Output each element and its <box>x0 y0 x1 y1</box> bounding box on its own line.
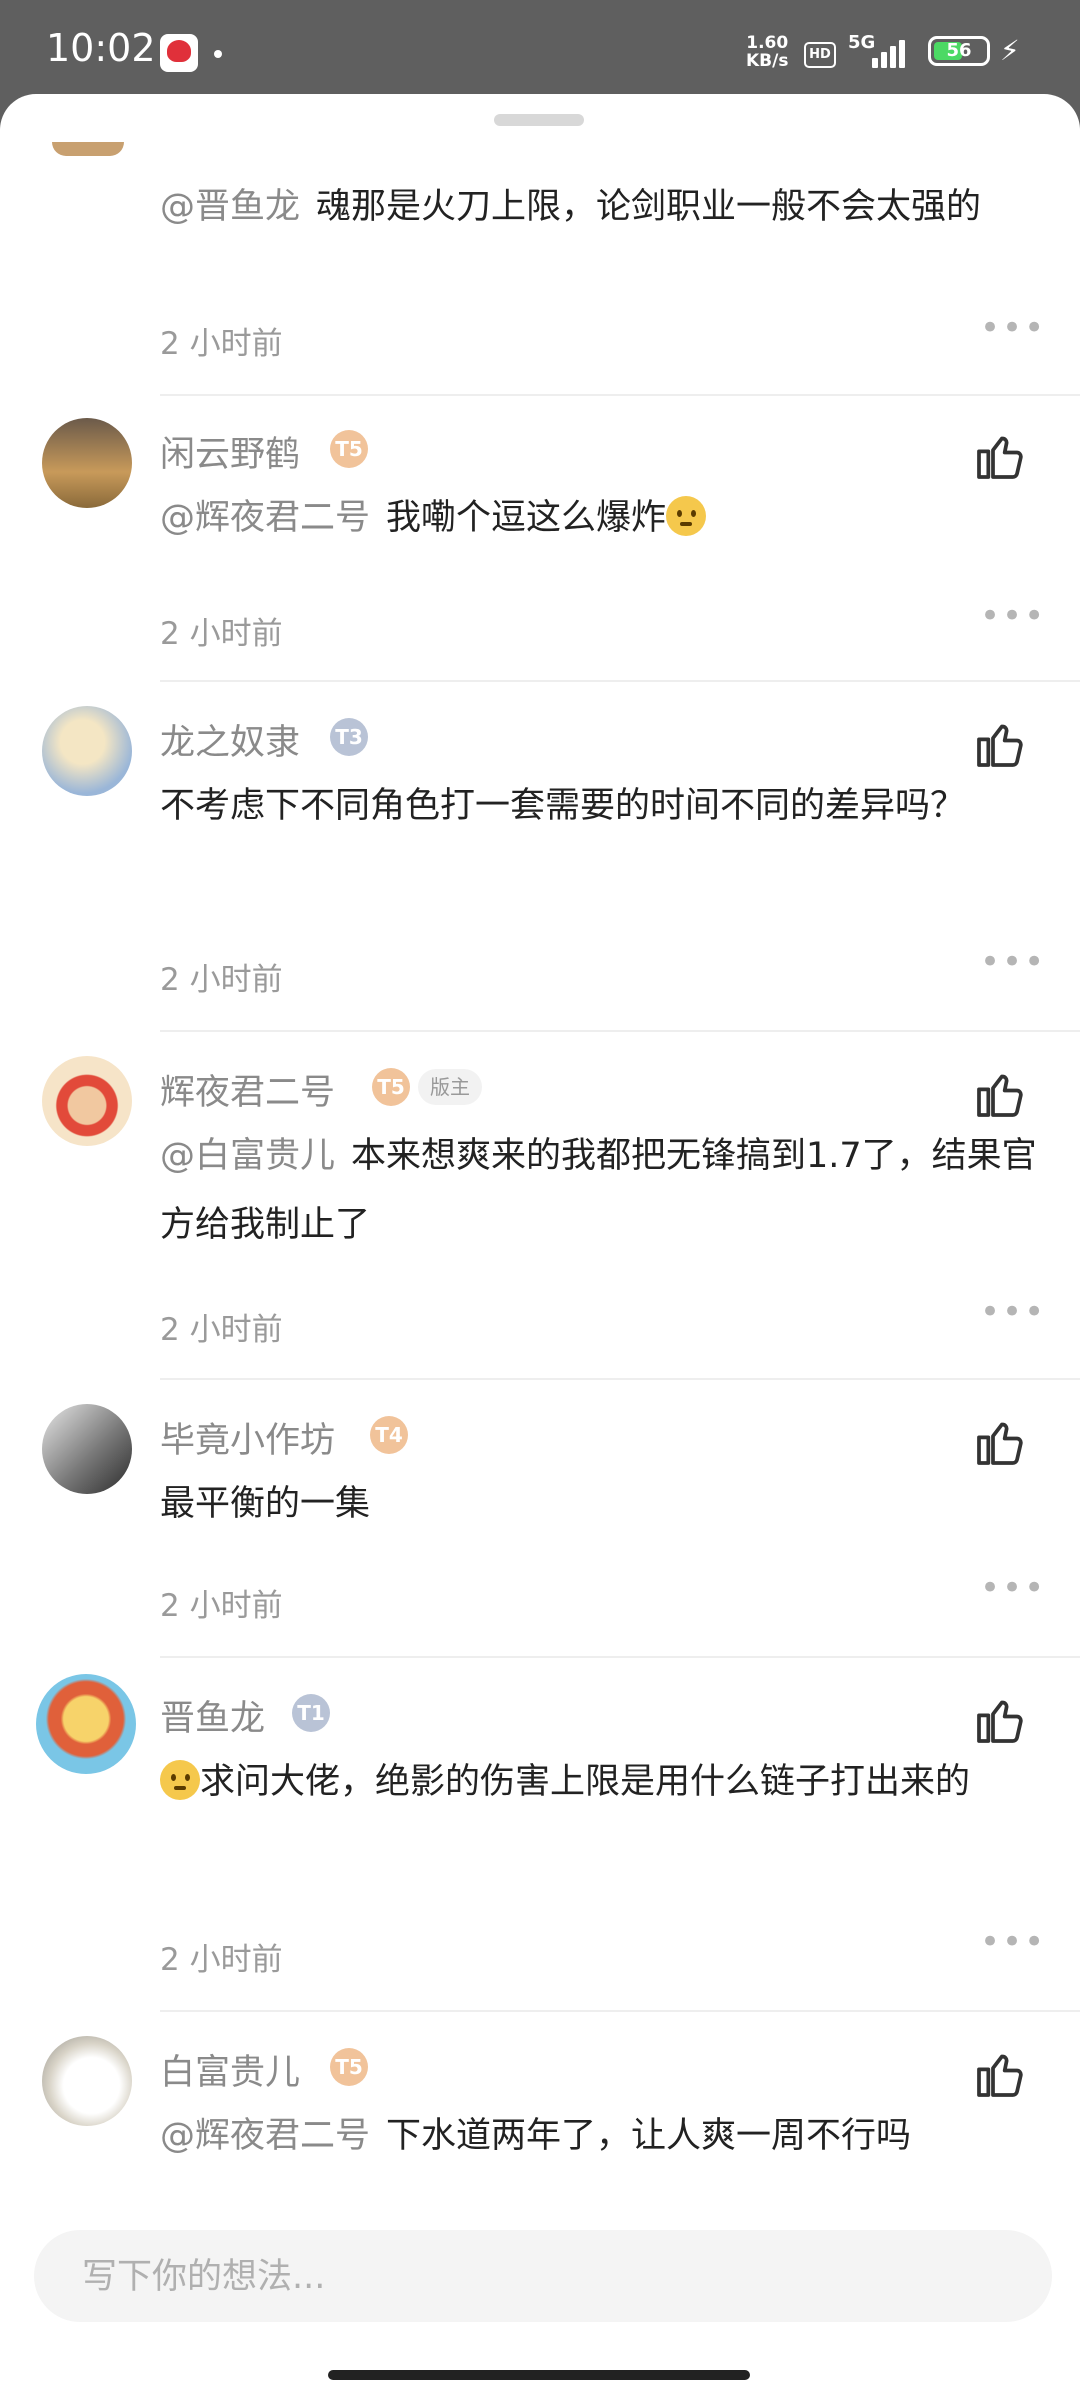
charging-icon: ⚡ <box>1000 34 1020 67</box>
network-speed-value: 1.60 <box>746 33 789 53</box>
comment-text: @晋鱼龙 魂那是火刀上限，论剑职业一般不会太强的 <box>160 187 982 227</box>
level-badge: T5 <box>330 430 368 468</box>
more-options-icon[interactable]: ••• <box>980 1922 1046 1962</box>
username[interactable]: 闲云野鹤 <box>160 426 300 477</box>
status-bar: 10:02 1.60 KB/s HD 5G 56 ⚡ <box>0 0 1080 100</box>
avatar[interactable] <box>36 1674 136 1774</box>
mention-link[interactable]: @白富贵儿 <box>160 1136 335 1176</box>
divider <box>160 1030 1080 1032</box>
comment-time: 2 小时前 <box>160 326 283 362</box>
avatar[interactable] <box>42 2036 132 2126</box>
avatar[interactable] <box>42 1056 132 1146</box>
username[interactable]: 晋鱼龙 <box>160 1690 265 1741</box>
divider <box>160 1378 1080 1380</box>
level-badge: T5 <box>372 1068 410 1106</box>
comment-item: 闲云野鹤 T5 @辉夜君二号 我嘞个逗这么爆炸 2 小时前 ••• <box>0 396 1080 684</box>
signal-icon <box>872 38 914 68</box>
divider <box>160 680 1080 682</box>
mention-link[interactable]: @晋鱼龙 <box>160 187 300 227</box>
comment-text: 不考虑下不同角色打一套需要的时间不同的差异吗？ <box>160 786 966 826</box>
thumbs-up-icon[interactable] <box>972 1692 1028 1748</box>
thumbs-up-icon[interactable] <box>972 2046 1028 2102</box>
comment-time: 2 小时前 <box>160 962 283 998</box>
battery-icon: 56 <box>928 36 990 66</box>
more-options-icon[interactable]: ••• <box>980 308 1046 348</box>
comment-time: 2 小时前 <box>160 1588 283 1624</box>
username[interactable]: 毕竟小作坊 <box>160 1412 335 1463</box>
divider <box>160 1656 1080 1658</box>
level-badge: T4 <box>370 1416 408 1454</box>
level-badge: T3 <box>330 718 368 756</box>
username[interactable]: 白富贵儿 <box>160 2044 300 2095</box>
comment-item: 辉夜君二号 T5 版主 @白富贵儿 本来想爽来的我都把无锋搞到1.7了，结果官方给… <box>0 1034 1080 1382</box>
comment-text: 求问大佬，绝影的伤害上限是用什么链子打出来的 <box>160 1748 1040 1817</box>
thumbs-up-icon[interactable] <box>972 716 1028 772</box>
more-options-icon[interactable]: ••• <box>980 1568 1046 1608</box>
more-notifications-dot <box>214 50 222 58</box>
username[interactable]: 辉夜君二号 <box>160 1064 335 1115</box>
thumbs-up-icon[interactable] <box>972 1066 1028 1122</box>
thumbs-up-icon[interactable] <box>972 1414 1028 1470</box>
home-indicator[interactable] <box>328 2370 750 2380</box>
comments-sheet: @晋鱼龙 魂那是火刀上限，论剑职业一般不会太强的 2 小时前 ••• 闲云野鹤 T… <box>0 94 1080 2400</box>
avatar[interactable] <box>52 142 124 156</box>
comment-input[interactable] <box>80 2230 984 2324</box>
comment-time: 2 小时前 <box>160 1942 283 1978</box>
level-badge: T1 <box>292 1694 330 1732</box>
more-options-icon[interactable]: ••• <box>980 596 1046 636</box>
network-speed: 1.60 KB/s <box>746 34 788 70</box>
comment-text: 最平衡的一集 <box>160 1484 371 1524</box>
comment-time: 2 小时前 <box>160 616 283 652</box>
username[interactable]: 龙之奴隶 <box>160 714 300 765</box>
face-emoji-icon <box>666 496 707 536</box>
avatar[interactable] <box>42 418 132 508</box>
mention-link[interactable]: @辉夜君二号 <box>160 2116 370 2156</box>
more-options-icon[interactable]: ••• <box>980 1292 1046 1332</box>
mention-link[interactable]: @辉夜君二号 <box>160 498 370 538</box>
more-options-icon[interactable]: ••• <box>980 942 1046 982</box>
comment-input-box[interactable] <box>34 2230 1052 2324</box>
comment-item: @晋鱼龙 魂那是火刀上限，论剑职业一般不会太强的 2 小时前 ••• <box>0 94 1080 396</box>
avatar[interactable] <box>42 706 132 796</box>
thumbs-up-icon[interactable] <box>972 428 1028 484</box>
comment-time: 2 小时前 <box>160 1312 283 1348</box>
battery-percent: 56 <box>946 40 972 61</box>
comment-item: 毕竟小作坊 T4 最平衡的一集 2 小时前 ••• <box>0 1382 1080 1660</box>
hd-voice-icon: HD <box>804 42 836 68</box>
status-time: 10:02 <box>46 26 156 70</box>
app-notification-icon <box>160 34 198 72</box>
moderator-badge: 版主 <box>418 1069 482 1105</box>
scroll-fade <box>0 2152 1080 2192</box>
avatar[interactable] <box>42 1404 132 1494</box>
level-badge: T5 <box>330 2048 368 2086</box>
comment-text: @辉夜君二号 我嘞个逗这么爆炸 <box>160 484 1040 553</box>
face-emoji-icon <box>160 1760 200 1800</box>
comment-item: 晋鱼龙 T1 求问大佬，绝影的伤害上限是用什么链子打出来的 2 小时前 ••• <box>0 1660 1080 2014</box>
network-speed-unit: KB/s <box>746 51 789 71</box>
divider <box>160 2010 1080 2012</box>
comment-text: @白富贵儿 本来想爽来的我都把无锋搞到1.7了，结果官方给我制止了 <box>160 1136 1037 1245</box>
comment-item: 龙之奴隶 T3 不考虑下不同角色打一套需要的时间不同的差异吗？ 2 小时前 ••… <box>0 684 1080 1034</box>
